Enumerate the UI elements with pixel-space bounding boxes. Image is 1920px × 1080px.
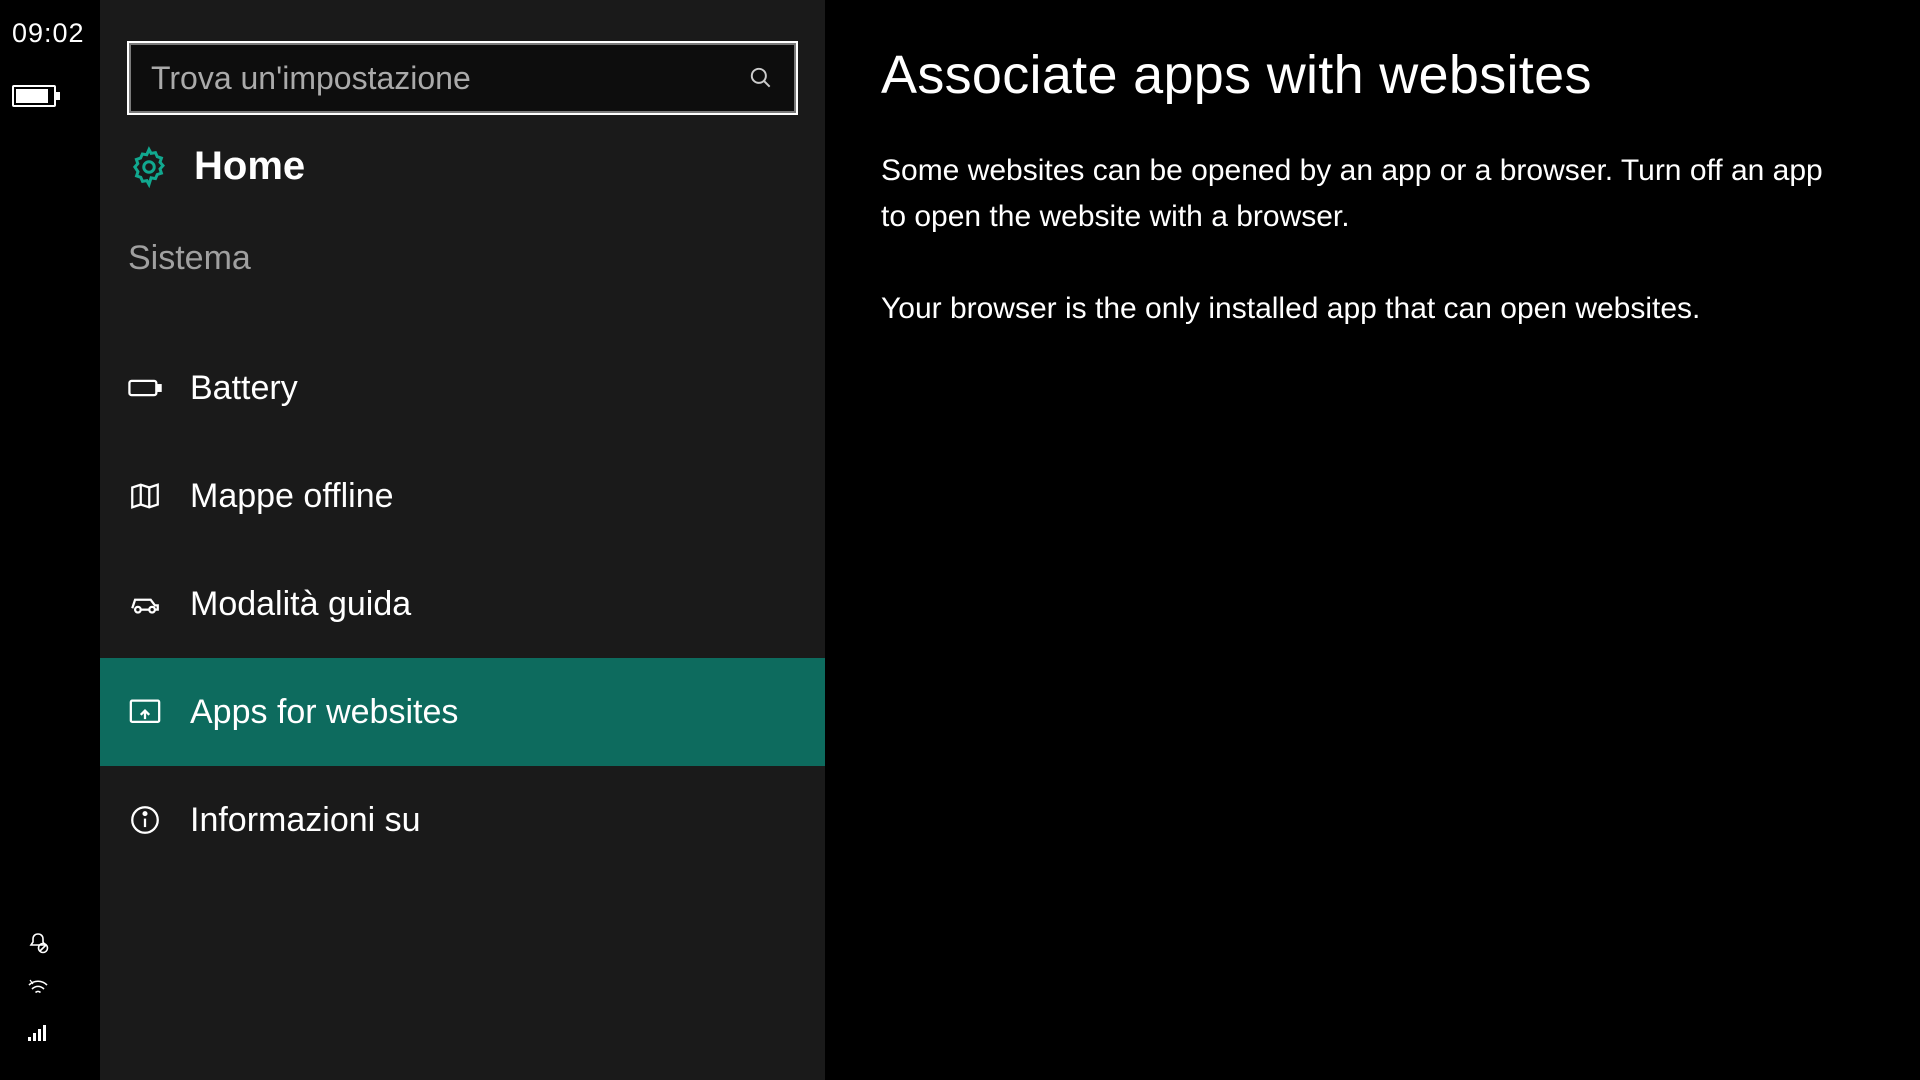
- car-icon: [128, 587, 162, 621]
- search-icon: [748, 65, 774, 91]
- info-icon: [128, 803, 162, 837]
- map-icon: [128, 479, 162, 513]
- sidebar-section-title: Sistema: [100, 213, 825, 306]
- sidebar-item-label: Apps for websites: [190, 693, 458, 732]
- settings-content: Associate apps with websites Some websit…: [825, 0, 1920, 1080]
- sidebar-item-label: Modalità guida: [190, 585, 411, 624]
- sidebar-item-label: Mappe offline: [190, 477, 394, 516]
- sidebar-nav-list: Battery Mappe offline Modalità guida: [100, 334, 825, 874]
- sidebar-item-driving-mode[interactable]: Modalità guida: [100, 550, 825, 658]
- sidebar-item-label: Battery: [190, 369, 298, 408]
- gear-icon: [128, 146, 170, 188]
- sidebar-item-apps-for-websites[interactable]: Apps for websites: [100, 658, 825, 766]
- search-input[interactable]: [151, 60, 712, 97]
- wifi-icon: [26, 976, 50, 1005]
- cellular-signal-icon: [26, 1021, 50, 1050]
- apps-websites-icon: [128, 695, 162, 729]
- home-label: Home: [194, 144, 305, 189]
- page-title: Associate apps with websites: [881, 44, 1850, 106]
- settings-sidebar: Home Sistema Battery Mappe offline: [0, 0, 825, 1080]
- status-clock: 09:02: [12, 18, 100, 49]
- sidebar-item-battery[interactable]: Battery: [100, 334, 825, 442]
- content-paragraph-1: Some websites can be opened by an app or…: [881, 148, 1850, 240]
- battery-large-icon: [12, 85, 56, 107]
- content-paragraph-2: Your browser is the only installed app t…: [881, 286, 1850, 332]
- battery-icon: [128, 371, 162, 405]
- sidebar-item-about[interactable]: Informazioni su: [100, 766, 825, 874]
- sidebar-item-offline-maps[interactable]: Mappe offline: [100, 442, 825, 550]
- notification-quiet-icon: [26, 931, 50, 960]
- status-bar: 09:02: [0, 0, 100, 1080]
- search-input-wrapper[interactable]: [128, 42, 797, 114]
- sidebar-item-label: Informazioni su: [190, 801, 421, 840]
- sidebar-item-home[interactable]: Home: [100, 114, 825, 213]
